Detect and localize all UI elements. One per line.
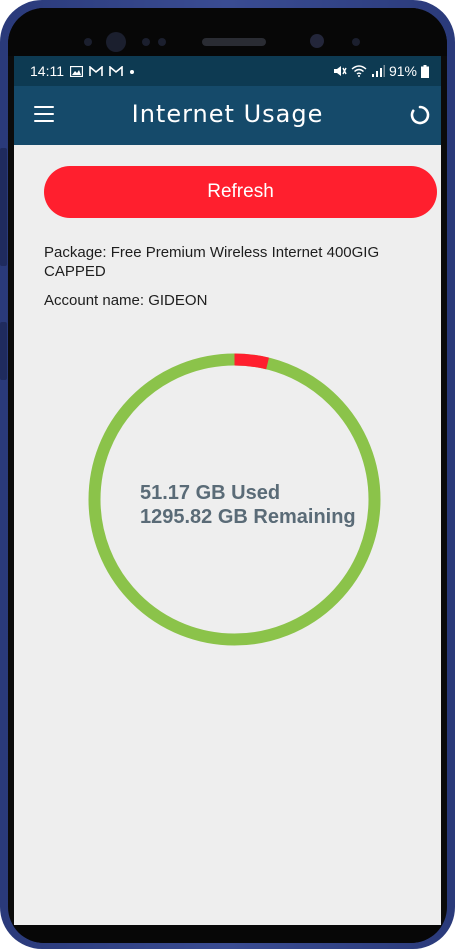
screen-bezel: 14:11 91% Internet Usage Refresh Package… bbox=[8, 8, 447, 943]
sensor-dot bbox=[142, 38, 150, 46]
earpiece-speaker bbox=[202, 38, 266, 46]
app-bar: Internet Usage bbox=[14, 86, 441, 145]
page-title: Internet Usage bbox=[131, 100, 324, 128]
proximity-sensor bbox=[84, 38, 92, 46]
dot-icon bbox=[130, 69, 134, 74]
remaining-amount: 1295.82 GB Remaining bbox=[140, 506, 356, 528]
status-right: 91% bbox=[333, 63, 429, 79]
status-time: 14:11 bbox=[30, 63, 64, 79]
iris-scanner bbox=[106, 32, 126, 52]
gmail-icon bbox=[89, 65, 103, 76]
signal-icon bbox=[371, 65, 385, 77]
account-info: Account name: GIDEON bbox=[44, 292, 208, 309]
battery-icon bbox=[421, 64, 429, 78]
phone-frame: 14:11 91% Internet Usage Refresh Package… bbox=[0, 0, 455, 949]
mute-icon bbox=[333, 66, 347, 76]
package-info: Package: Free Premium Wireless Internet … bbox=[44, 244, 380, 280]
sensor-dot bbox=[158, 38, 166, 46]
top-bezel bbox=[8, 8, 447, 56]
image-icon bbox=[70, 65, 83, 77]
usage-summary: 51.17 GB Used 1295.82 GB Remaining bbox=[140, 481, 356, 529]
battery-percent: 91% bbox=[388, 63, 417, 79]
screen: 14:11 91% Internet Usage Refresh Package… bbox=[14, 56, 441, 925]
status-left: 14:11 bbox=[30, 63, 135, 79]
refresh-button[interactable]: Refresh bbox=[44, 166, 437, 218]
wifi-icon bbox=[351, 65, 367, 77]
status-bar: 14:11 91% bbox=[14, 56, 441, 86]
front-camera bbox=[310, 34, 324, 48]
bottom-bezel bbox=[8, 925, 447, 943]
sensor-dot bbox=[352, 38, 360, 46]
bixby-button bbox=[0, 322, 7, 380]
volume-button bbox=[0, 148, 7, 266]
gmail-icon bbox=[109, 65, 123, 76]
used-amount: 51.17 GB Used bbox=[140, 482, 281, 504]
sync-icon[interactable] bbox=[409, 104, 431, 126]
